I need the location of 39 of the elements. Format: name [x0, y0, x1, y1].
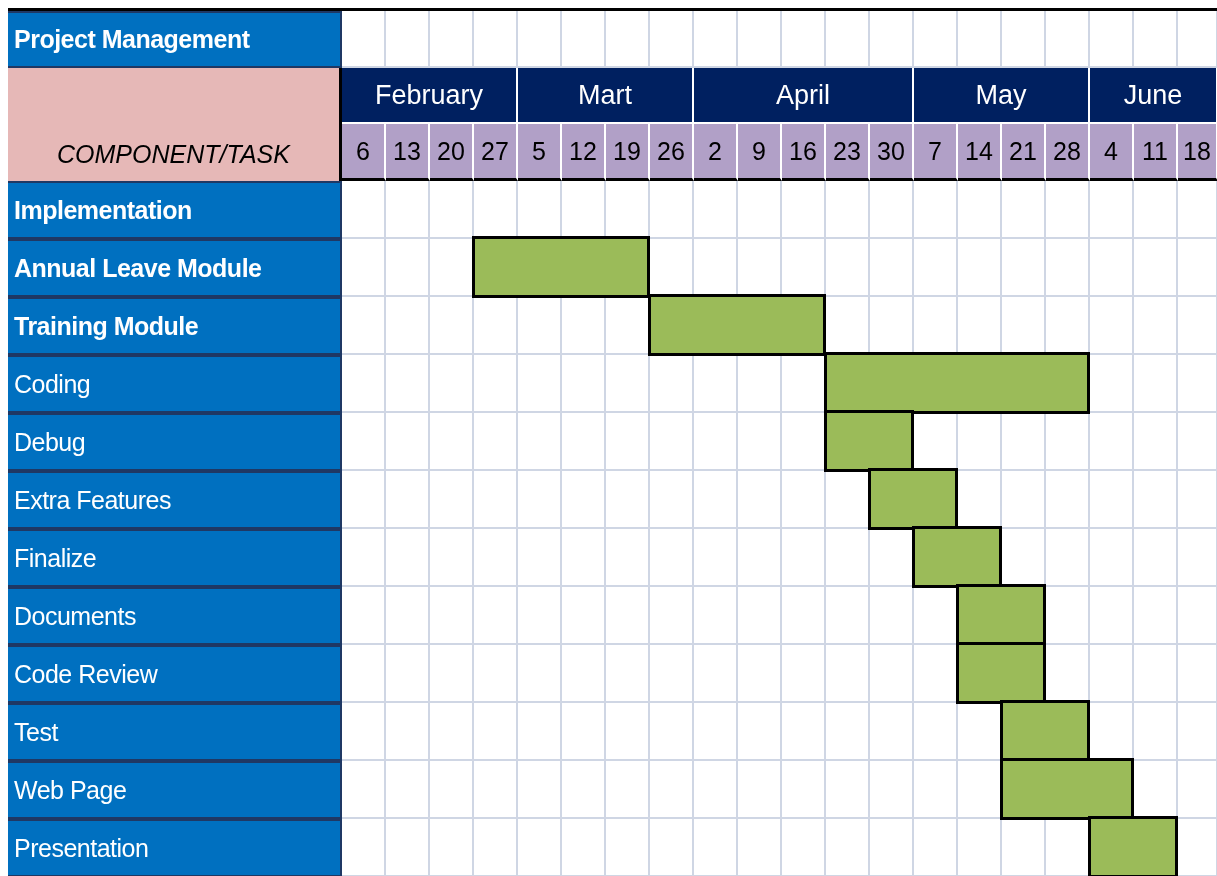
week-header: 6 — [342, 124, 386, 181]
task-name-cell: Training Module — [8, 297, 342, 355]
month-header: February — [342, 68, 518, 124]
task-name-cell: Web Page — [8, 761, 342, 819]
task-name-cell: Test — [8, 703, 342, 761]
sheet-title: Project Management — [8, 11, 342, 68]
task-name-cell: Coding — [8, 355, 342, 413]
week-header: 26 — [650, 124, 694, 181]
week-header: 2 — [694, 124, 738, 181]
week-header: 11 — [1134, 124, 1178, 181]
week-header: 30 — [870, 124, 914, 181]
month-header: June — [1090, 68, 1217, 124]
week-header: 7 — [914, 124, 958, 181]
week-header: 20 — [430, 124, 474, 181]
week-header: 13 — [386, 124, 430, 181]
week-header: 16 — [782, 124, 826, 181]
task-name-cell: Code Review — [8, 645, 342, 703]
week-header: 19 — [606, 124, 650, 181]
task-name-cell: Implementation — [8, 181, 342, 239]
week-header: 27 — [474, 124, 518, 181]
column-header: COMPONENT/TASK — [8, 68, 342, 181]
week-header: 14 — [958, 124, 1002, 181]
task-name-cell: Extra Features — [8, 471, 342, 529]
week-header: 9 — [738, 124, 782, 181]
month-header: Mart — [518, 68, 694, 124]
month-header: April — [694, 68, 914, 124]
week-header: 4 — [1090, 124, 1134, 181]
task-name-cell: Presentation — [8, 819, 342, 876]
week-header: 5 — [518, 124, 562, 181]
week-header: 18 — [1178, 124, 1217, 181]
month-header: May — [914, 68, 1090, 124]
task-name-cell: Annual Leave Module — [8, 239, 342, 297]
week-header: 28 — [1046, 124, 1090, 181]
task-name-cell: Finalize — [8, 529, 342, 587]
week-header: 23 — [826, 124, 870, 181]
week-header: 12 — [562, 124, 606, 181]
task-name-cell: Documents — [8, 587, 342, 645]
week-header: 21 — [1002, 124, 1046, 181]
task-name-cell: Debug — [8, 413, 342, 471]
